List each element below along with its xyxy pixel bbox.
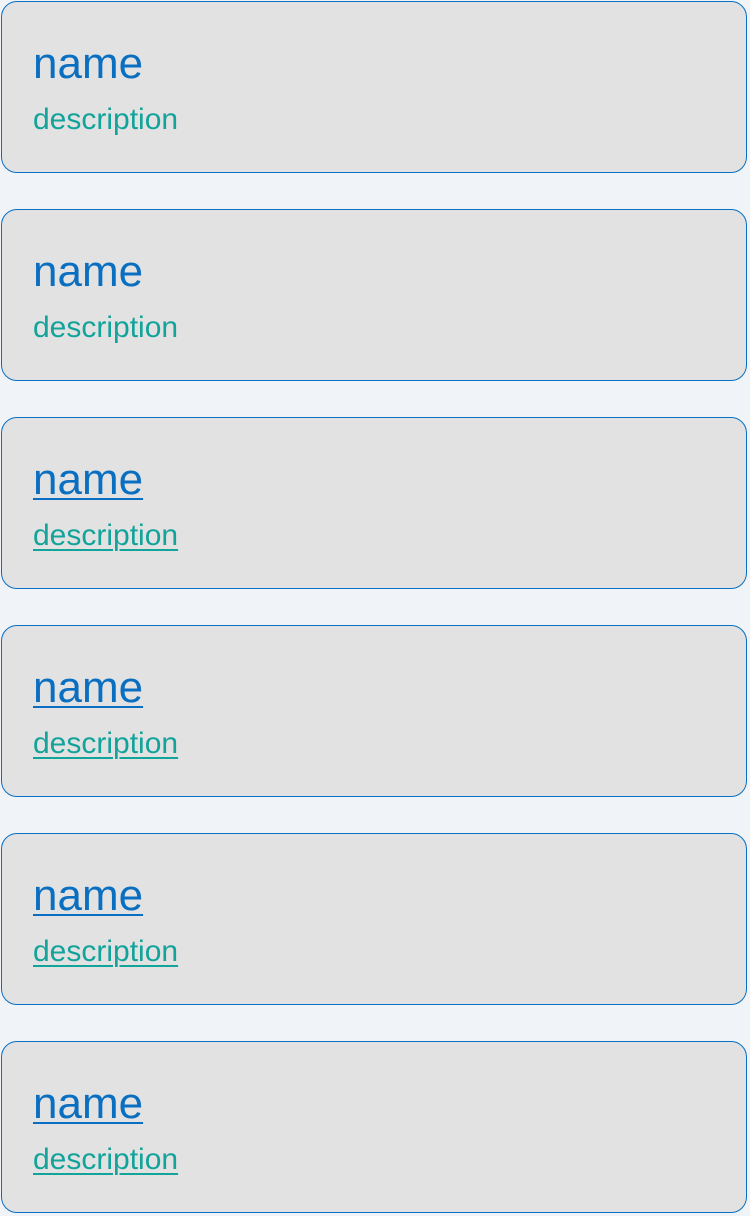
list-item-card[interactable]: name description [1,209,747,381]
list-item-card[interactable]: name description [1,1,747,173]
list-item-card-link[interactable]: name description [1,833,747,1005]
item-description-link[interactable]: description [33,518,178,554]
item-list: name description name description name d… [0,0,750,1216]
item-description-link[interactable]: description [33,934,178,970]
item-name-link[interactable]: name [33,1078,143,1130]
item-name-link[interactable]: name [33,454,143,506]
item-name-link[interactable]: name [33,662,143,714]
item-name: name [33,39,144,88]
item-description-link[interactable]: description [33,726,178,762]
list-item-card-link[interactable]: name description [1,625,747,797]
item-name: name [33,247,144,296]
list-item-card-link[interactable]: name description [1,1041,747,1213]
item-description: description [33,103,179,136]
list-item-card-link[interactable]: name description [1,417,747,589]
item-description-link[interactable]: description [33,1142,178,1178]
item-name-link[interactable]: name [33,870,143,922]
item-description: description [33,311,179,344]
